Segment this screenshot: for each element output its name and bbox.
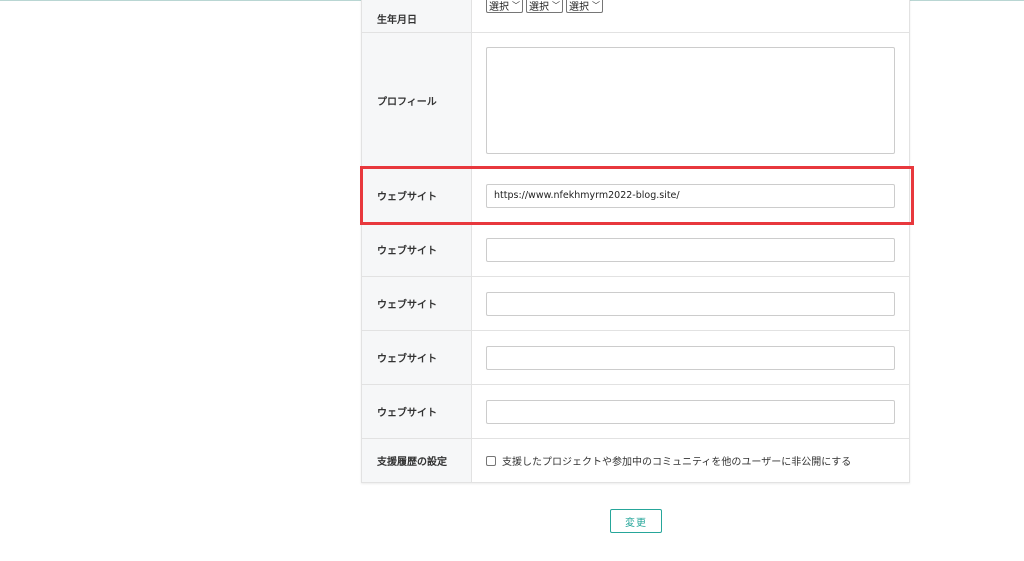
support-history-label: 支援履歴の設定 bbox=[362, 439, 472, 482]
birthdate-row: 生年月日 選択 ﹀ 選択 ﹀ 選択 ﹀ bbox=[362, 0, 909, 32]
chevron-down-icon: ﹀ bbox=[592, 1, 600, 10]
website-label: ウェブサイト bbox=[362, 277, 472, 330]
website-label: ウェブサイト bbox=[362, 385, 472, 438]
website-row-4: ウェブサイト bbox=[362, 330, 909, 384]
birth-month-select[interactable]: 選択 ﹀ bbox=[526, 0, 563, 13]
website-label: ウェブサイト bbox=[362, 169, 472, 222]
birthdate-label: 生年月日 bbox=[362, 0, 472, 32]
profile-textarea[interactable] bbox=[486, 47, 895, 154]
support-history-value-cell: 支援したプロジェクトや参加中のコミュニティを他のユーザーに非公開にする bbox=[472, 439, 909, 482]
birth-day-select[interactable]: 選択 ﹀ bbox=[566, 0, 603, 13]
support-history-row: 支援履歴の設定 支援したプロジェクトや参加中のコミュニティを他のユーザーに非公開… bbox=[362, 438, 909, 482]
birth-month-select-value: 選択 bbox=[529, 2, 549, 13]
birth-year-select-value: 選択 bbox=[489, 2, 509, 13]
website-input-5[interactable] bbox=[486, 399, 895, 424]
chevron-down-icon: ﹀ bbox=[512, 1, 520, 10]
website-row-2: ウェブサイト bbox=[362, 222, 909, 276]
website-row-3: ウェブサイト bbox=[362, 276, 909, 330]
website-label: ウェブサイト bbox=[362, 331, 472, 384]
website-label: ウェブサイト bbox=[362, 223, 472, 276]
profile-row: プロフィール bbox=[362, 32, 909, 168]
chevron-down-icon: ﹀ bbox=[552, 1, 560, 10]
website-value-cell bbox=[472, 331, 909, 384]
website-input-2[interactable] bbox=[486, 237, 895, 262]
website-value-cell bbox=[472, 385, 909, 438]
website-row-5: ウェブサイト bbox=[362, 384, 909, 438]
birth-year-select[interactable]: 選択 ﹀ bbox=[486, 0, 523, 13]
website-value-cell: https://www.nfekhmyrm2022-blog.site/ bbox=[472, 169, 909, 222]
support-history-checkbox[interactable] bbox=[486, 455, 496, 466]
birthdate-selects: 選択 ﹀ 選択 ﹀ 選択 ﹀ bbox=[472, 0, 909, 32]
profile-value-cell bbox=[472, 33, 909, 168]
website-row-1: ウェブサイト https://www.nfekhmyrm2022-blog.si… bbox=[362, 168, 909, 222]
website-input-3[interactable] bbox=[486, 291, 895, 316]
website-input-4[interactable] bbox=[486, 345, 895, 370]
profile-form-table: 生年月日 選択 ﹀ 選択 ﹀ 選択 ﹀ プロフィール ウェブサイト https:… bbox=[361, 0, 910, 483]
website-input-1[interactable]: https://www.nfekhmyrm2022-blog.site/ bbox=[486, 183, 895, 208]
support-history-checkbox-label[interactable]: 支援したプロジェクトや参加中のコミュニティを他のユーザーに非公開にする bbox=[502, 453, 851, 468]
website-value-cell bbox=[472, 277, 909, 330]
website-value-cell bbox=[472, 223, 909, 276]
birth-day-select-value: 選択 bbox=[569, 2, 589, 13]
submit-change-button[interactable]: 変更 bbox=[610, 509, 662, 533]
profile-label: プロフィール bbox=[362, 33, 472, 168]
